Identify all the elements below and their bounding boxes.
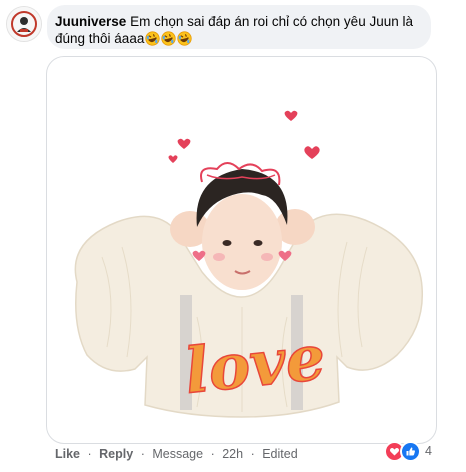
separator: · xyxy=(87,447,92,461)
reaction-count: 4 xyxy=(425,444,432,458)
rolling-on-floor-laughing-emoji xyxy=(145,31,160,50)
reaction-summary[interactable]: 4 xyxy=(384,440,432,462)
separator: · xyxy=(210,447,215,461)
rolling-on-floor-laughing-emoji xyxy=(177,31,192,50)
like-link[interactable]: Like xyxy=(55,447,80,461)
comment-actions: Like · Reply · Message · 22h · Edited xyxy=(55,447,298,461)
emoji-group xyxy=(145,31,193,50)
rolling-on-floor-laughing-emoji xyxy=(161,31,176,50)
like-reaction-icon xyxy=(400,440,421,462)
separator: · xyxy=(250,447,255,461)
sticker-image: love xyxy=(74,110,424,418)
heart-icon xyxy=(168,110,320,163)
comment-author[interactable]: Juuniverse xyxy=(55,14,126,29)
separator: · xyxy=(140,447,145,461)
comment-bubble: Juuniverse Em chọn sai đáp án roi chỉ có… xyxy=(47,5,431,49)
avatar[interactable] xyxy=(6,6,42,42)
avatar-image xyxy=(7,7,41,41)
sticker-caption: love xyxy=(181,320,328,407)
message-link[interactable]: Message xyxy=(152,447,203,461)
comment-sticker[interactable]: love xyxy=(46,56,437,444)
edited-label[interactable]: Edited xyxy=(262,447,297,461)
reply-link[interactable]: Reply xyxy=(99,447,133,461)
timestamp[interactable]: 22h xyxy=(222,447,243,461)
